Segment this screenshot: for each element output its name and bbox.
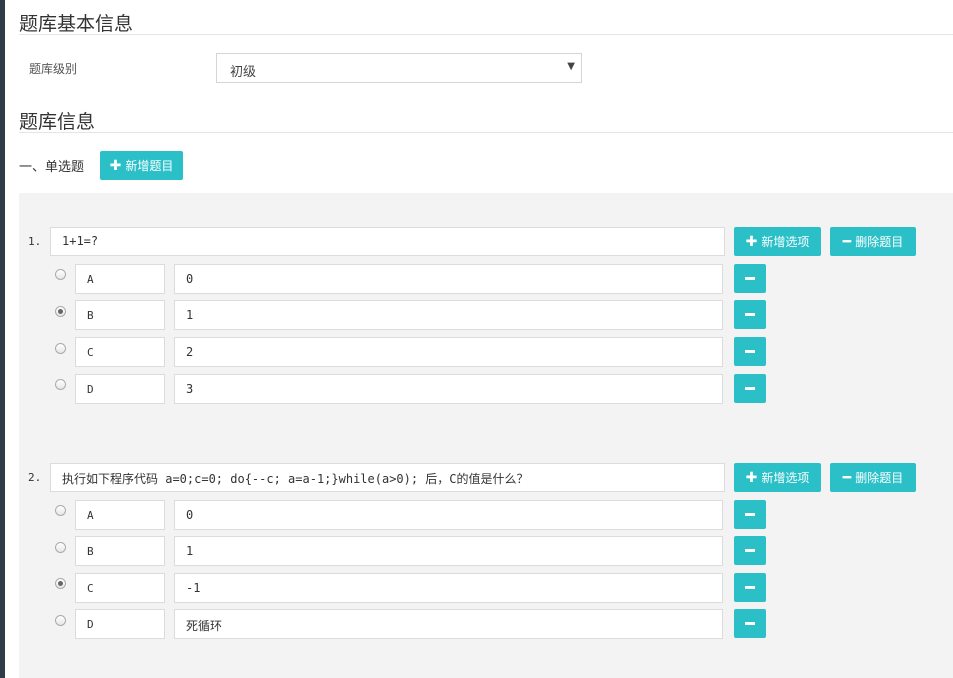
question-text-input[interactable]: 执行如下程序代码 a=0;c=0; do{--c; a=a-1;}while(a… [50,463,725,492]
option-letter-input[interactable]: C [75,337,165,367]
option-value-input[interactable]: 2 [174,337,723,367]
option-value-input[interactable]: 死循环 [174,609,723,639]
level-select[interactable]: 初级 ▼ [216,53,582,83]
minus-icon [745,622,755,625]
section-divider [19,34,953,35]
option-letter-input[interactable]: D [75,609,165,639]
section-divider [19,132,953,133]
add-option-label: 新增选项 [761,471,810,485]
add-question-label: 新增题目 [125,159,174,173]
option-value-input[interactable]: 1 [174,536,723,566]
remove-option-button[interactable] [734,609,766,638]
question-text-input[interactable]: 1+1=? [50,227,725,256]
add-question-button[interactable]: ✚ 新增题目 [100,151,183,180]
delete-question-button[interactable]: ━ 删除题目 [830,227,916,256]
option-radio[interactable] [55,269,66,280]
option-radio[interactable] [55,615,66,626]
remove-option-button[interactable] [734,374,766,403]
plus-icon: ✚ [745,469,758,486]
add-option-button[interactable]: ✚ 新增选项 [734,463,821,492]
option-letter-input[interactable]: D [75,374,165,404]
option-radio[interactable] [55,542,66,553]
option-letter-input[interactable]: A [75,500,165,530]
minus-icon [745,513,755,516]
plus-icon: ✚ [109,157,122,174]
option-value-input[interactable]: -1 [174,573,723,603]
option-letter-input[interactable]: C [75,573,165,603]
option-value-input[interactable]: 0 [174,264,723,294]
option-radio[interactable] [55,306,66,317]
minus-icon: ━ [842,469,852,486]
option-value-input[interactable]: 0 [174,500,723,530]
remove-option-button[interactable] [734,264,766,293]
option-radio[interactable] [55,343,66,354]
option-radio[interactable] [55,379,66,390]
remove-option-button[interactable] [734,573,766,602]
minus-icon [745,313,755,316]
minus-icon [745,350,755,353]
option-radio[interactable] [55,578,66,589]
minus-icon [745,549,755,552]
sidebar-edge [0,0,5,678]
option-radio[interactable] [55,505,66,516]
delete-question-label: 删除题目 [855,235,904,249]
delete-question-button[interactable]: ━ 删除题目 [830,463,916,492]
section-title-basic-info: 题库基本信息 [19,13,134,35]
option-letter-input[interactable]: B [75,300,165,330]
plus-icon: ✚ [745,233,758,250]
remove-option-button[interactable] [734,500,766,529]
option-letter-input[interactable]: B [75,536,165,566]
option-letter-input[interactable]: A [75,264,165,294]
level-select-value: 初级 [230,65,257,80]
level-label: 题库级别 [29,62,78,76]
caret-down-icon: ▼ [567,61,575,72]
single-choice-label: 一、单选题 [19,160,85,175]
minus-icon [745,387,755,390]
minus-icon: ━ [842,233,852,250]
minus-icon [745,586,755,589]
remove-option-button[interactable] [734,300,766,329]
section-title-bank-info: 题库信息 [19,111,96,133]
remove-option-button[interactable] [734,536,766,565]
delete-question-label: 删除题目 [855,471,904,485]
option-value-input[interactable]: 3 [174,374,723,404]
minus-icon [745,277,755,280]
option-value-input[interactable]: 1 [174,300,723,330]
remove-option-button[interactable] [734,337,766,366]
question-number: 1. [28,235,42,248]
question-number: 2. [28,471,42,484]
add-option-label: 新增选项 [761,235,810,249]
add-option-button[interactable]: ✚ 新增选项 [734,227,821,256]
